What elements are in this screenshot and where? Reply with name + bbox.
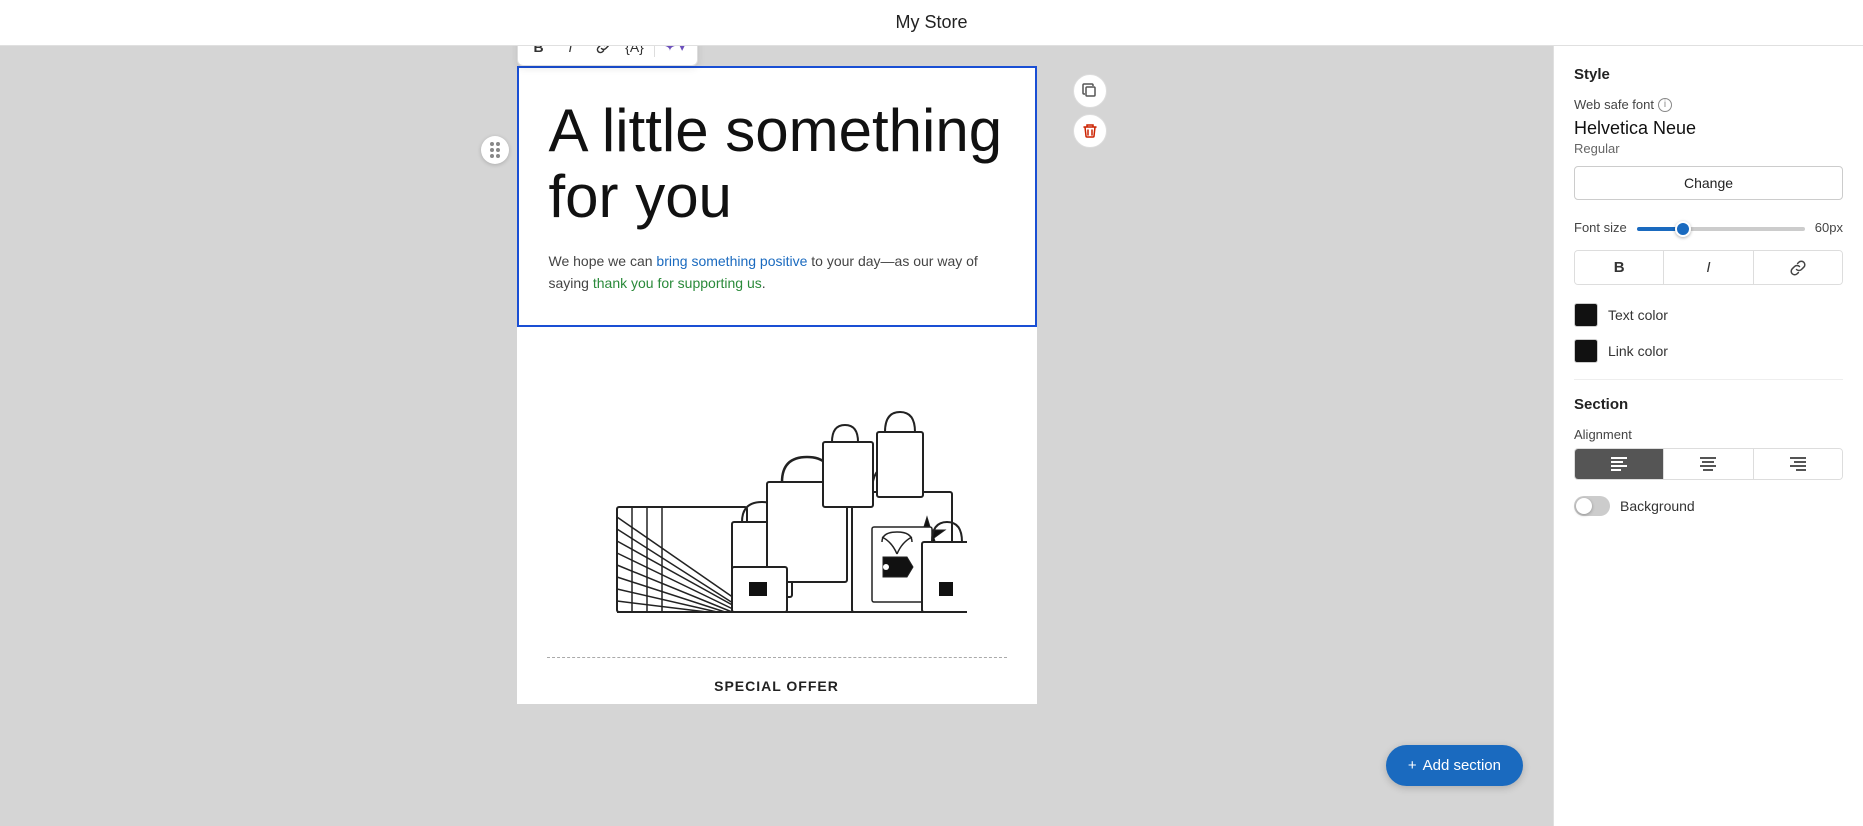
link-icon <box>1790 260 1806 276</box>
font-size-row: Font size 60px <box>1574 218 1843 236</box>
background-label: Background <box>1620 498 1695 514</box>
format-row: B I <box>1574 250 1843 285</box>
canvas-wrapper: B I {A} ✦ ▾ A little <box>517 66 1037 704</box>
drag-handle[interactable] <box>481 136 509 164</box>
format-link-button[interactable] <box>1754 251 1842 284</box>
copy-icon <box>1082 83 1098 99</box>
copy-button[interactable] <box>1073 74 1107 108</box>
toolbar-divider <box>654 46 655 57</box>
font-label: Web safe font i <box>1574 97 1843 112</box>
add-icon: + <box>1408 757 1417 774</box>
font-name: Helvetica Neue <box>1574 118 1843 139</box>
dashed-divider <box>547 657 1007 658</box>
text-section[interactable]: A little something for you We hope we ca… <box>517 66 1037 327</box>
toggle-track <box>1574 496 1610 516</box>
font-size-slider[interactable] <box>1637 227 1805 231</box>
main-layout: B I {A} ✦ ▾ A little <box>0 46 1863 826</box>
delete-button[interactable] <box>1073 114 1107 148</box>
link-color-row: Link color <box>1574 339 1843 363</box>
email-canvas: A little something for you We hope we ca… <box>517 66 1037 704</box>
right-panel: Style Web safe font i Helvetica Neue Reg… <box>1553 46 1863 826</box>
background-toggle[interactable] <box>1574 496 1610 516</box>
change-font-button[interactable]: Change <box>1574 166 1843 200</box>
special-offer-text: SPECIAL OFFER <box>517 668 1037 704</box>
link-color-label: Link color <box>1608 343 1668 359</box>
align-center-icon <box>1700 457 1716 471</box>
ai-chevron-icon: ▾ <box>679 46 685 54</box>
style-title: Style <box>1574 66 1843 83</box>
divider-section <box>517 647 1037 668</box>
section-title: Section <box>1574 396 1843 413</box>
trash-icon <box>1082 123 1098 139</box>
text-color-label: Text color <box>1608 307 1668 323</box>
align-left-icon <box>1611 457 1627 471</box>
highlight-thank: thank you for supporting us <box>593 275 762 291</box>
floating-toolbar: B I {A} ✦ ▾ <box>517 46 698 66</box>
add-section-label: Add section <box>1423 757 1501 774</box>
align-center-button[interactable] <box>1664 449 1753 479</box>
align-right-button[interactable] <box>1754 449 1842 479</box>
align-left-button[interactable] <box>1575 449 1664 479</box>
toggle-thumb <box>1576 498 1592 514</box>
canvas-area: B I {A} ✦ ▾ A little <box>0 46 1553 826</box>
drag-handle-dots <box>490 142 500 158</box>
format-bold-button[interactable]: B <box>1575 251 1664 284</box>
slider-container <box>1637 218 1805 236</box>
font-size-label: Font size <box>1574 220 1627 235</box>
store-title: My Store <box>895 12 967 33</box>
alignment-label: Alignment <box>1574 427 1843 442</box>
font-size-value: 60px <box>1815 220 1843 235</box>
subtext: We hope we can bring something positive … <box>549 250 1005 295</box>
add-section-button[interactable]: + Add section <box>1386 745 1523 786</box>
info-icon[interactable]: i <box>1658 98 1672 112</box>
background-row: Background <box>1574 496 1843 516</box>
highlight-bring: bring something positive <box>656 253 807 269</box>
align-right-icon <box>1790 457 1806 471</box>
font-style: Regular <box>1574 141 1843 156</box>
ai-sparkle-icon: ✦ <box>665 46 676 55</box>
toolbar-italic-button[interactable]: I <box>556 46 586 61</box>
toolbar-variable-button[interactable]: {A} <box>620 46 650 61</box>
toolbar-bold-button[interactable]: B <box>524 46 554 61</box>
bags-illustration <box>587 347 967 627</box>
top-bar: My Store <box>0 0 1863 46</box>
text-color-row: Text color <box>1574 303 1843 327</box>
block-actions <box>1073 74 1107 148</box>
toolbar-link-button[interactable] <box>588 46 618 61</box>
headline-text: A little something for you <box>549 98 1005 230</box>
text-color-swatch[interactable] <box>1574 303 1598 327</box>
alignment-row <box>1574 448 1843 480</box>
image-section <box>517 327 1037 647</box>
link-icon <box>596 46 610 54</box>
toolbar-ai-button[interactable]: ✦ ▾ <box>659 46 691 61</box>
format-italic-button[interactable]: I <box>1664 251 1753 284</box>
link-color-swatch[interactable] <box>1574 339 1598 363</box>
section-divider <box>1574 379 1843 380</box>
